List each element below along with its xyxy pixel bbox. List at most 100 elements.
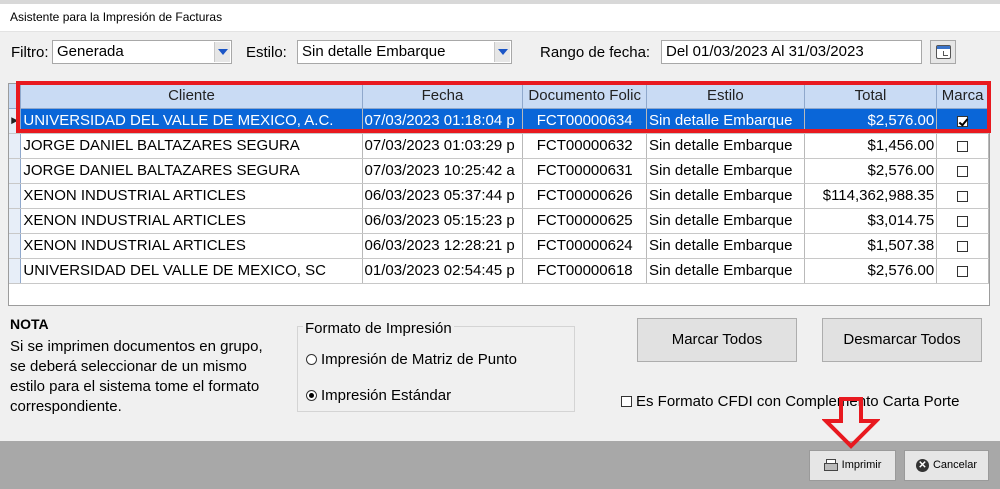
cell-cliente: XENON INDUSTRIAL ARTICLES [20, 233, 363, 259]
date-range-field[interactable]: Del 01/03/2023 Al 31/03/2023 [661, 40, 922, 64]
table-row[interactable]: XENON INDUSTRIAL ARTICLES 06/03/2023 12:2… [9, 233, 989, 259]
cell-fecha: 06/03/2023 05:15:23 p [362, 208, 524, 234]
cfdi-checkbox-indicator[interactable] [621, 396, 632, 407]
table-row[interactable]: JORGE DANIEL BALTAZARES SEGURA 07/03/2023… [9, 158, 989, 184]
col-header-cliente[interactable]: Cliente [20, 84, 363, 109]
cell-marca [936, 108, 989, 134]
radio-matriz-indicator[interactable] [306, 354, 317, 365]
marca-checkbox[interactable] [957, 265, 969, 277]
table-row[interactable]: UNIVERSIDAD DEL VALLE DE MEXICO, SC 01/03… [9, 258, 989, 284]
radio-matriz-punto[interactable]: Impresión de Matriz de Punto [306, 351, 517, 368]
table-row[interactable]: JORGE DANIEL BALTAZARES SEGURA 07/03/2023… [9, 133, 989, 159]
cell-estilo: Sin detalle Embarque [646, 183, 805, 209]
radio-estandar-label: Impresión Estándar [321, 387, 452, 404]
table-row[interactable]: ▶ UNIVERSIDAD DEL VALLE DE MEXICO, A.C. 07… [9, 108, 989, 134]
grid-header-row: Cliente Fecha Documento Folic Estilo Tot… [9, 84, 989, 109]
cell-documento: FCT00000618 [522, 258, 648, 284]
cell-documento: FCT00000626 [522, 183, 648, 209]
marca-checkbox[interactable] [957, 215, 969, 227]
cell-estilo: Sin detalle Embarque [646, 133, 805, 159]
cell-total: $3,014.75 [804, 208, 938, 234]
cell-fecha: 07/03/2023 10:25:42 a [362, 158, 524, 184]
cancelar-label: Cancelar [932, 459, 978, 471]
cell-marca [936, 183, 989, 209]
chevron-down-icon[interactable] [214, 42, 230, 62]
nota-title: NOTA [10, 316, 49, 332]
marcar-todos-button[interactable]: Marcar Todos [637, 318, 797, 362]
marca-checkbox[interactable] [957, 140, 969, 152]
cell-marca [936, 133, 989, 159]
filtro-select[interactable]: Generada [52, 40, 232, 64]
row-indicator[interactable] [9, 158, 22, 184]
cell-estilo: Sin detalle Embarque [646, 208, 805, 234]
cell-total: $2,576.00 [804, 108, 938, 134]
marca-checkbox[interactable] [957, 115, 969, 127]
nota-text: Si se imprimen documentos en grupo, se d… [10, 338, 263, 415]
cell-marca [936, 208, 989, 234]
rango-label: Rango de fecha: [540, 44, 651, 61]
date-range-value: Del 01/03/2023 Al 31/03/2023 [666, 43, 864, 60]
cancelar-button[interactable]: ✕ Cancelar [904, 450, 989, 481]
cell-documento: FCT00000624 [522, 233, 648, 259]
cell-total: $1,456.00 [804, 133, 938, 159]
cell-documento: FCT00000634 [522, 108, 648, 134]
col-header-total[interactable]: Total [804, 84, 938, 109]
imprimir-button[interactable]: Imprimir [809, 450, 896, 481]
marca-checkbox[interactable] [957, 240, 969, 252]
cfdi-carta-porte-checkbox[interactable]: Es Formato CFDI con Complemento Carta Po… [621, 393, 959, 410]
cell-estilo: Sin detalle Embarque [646, 233, 805, 259]
cell-cliente: XENON INDUSTRIAL ARTICLES [20, 183, 363, 209]
marca-checkbox[interactable] [957, 190, 969, 202]
cell-fecha: 01/03/2023 02:54:45 p [362, 258, 524, 284]
radio-estandar-indicator[interactable] [306, 390, 317, 401]
cell-total: $2,576.00 [804, 258, 938, 284]
cell-documento: FCT00000631 [522, 158, 648, 184]
cfdi-checkbox-label: Es Formato CFDI con Complemento Carta Po… [636, 393, 960, 410]
cell-estilo: Sin detalle Embarque [646, 108, 805, 134]
row-indicator[interactable]: ▶ [9, 108, 22, 134]
invoices-table: Cliente Fecha Documento Folic Estilo Tot… [9, 84, 989, 284]
col-header-marca[interactable]: Marca [936, 84, 989, 109]
cell-marca [936, 158, 989, 184]
estilo-value: Sin detalle Embarque [302, 43, 446, 60]
cell-cliente: JORGE DANIEL BALTAZARES SEGURA [20, 133, 363, 159]
calendar-icon [936, 45, 951, 59]
table-row[interactable]: XENON INDUSTRIAL ARTICLES 06/03/2023 05:1… [9, 208, 989, 234]
formato-legend: Formato de Impresión [303, 320, 454, 337]
cell-total: $2,576.00 [804, 158, 938, 184]
cell-marca [936, 233, 989, 259]
cell-marca [936, 258, 989, 284]
row-indicator[interactable] [9, 258, 22, 284]
row-indicator[interactable] [9, 233, 22, 259]
radio-estandar[interactable]: Impresión Estándar [306, 387, 451, 404]
cell-fecha: 07/03/2023 01:18:04 p [362, 108, 524, 134]
imprimir-label: Imprimir [841, 459, 882, 471]
row-indicator[interactable] [9, 133, 22, 159]
col-header-estilo[interactable]: Estilo [646, 84, 805, 109]
cell-estilo: Sin detalle Embarque [646, 158, 805, 184]
cell-cliente: XENON INDUSTRIAL ARTICLES [20, 208, 363, 234]
cell-cliente: UNIVERSIDAD DEL VALLE DE MEXICO, A.C. [20, 108, 363, 134]
calendar-button[interactable] [930, 40, 956, 64]
invoices-grid[interactable]: Cliente Fecha Documento Folic Estilo Tot… [8, 83, 990, 306]
table-row[interactable]: XENON INDUSTRIAL ARTICLES 06/03/2023 05:3… [9, 183, 989, 209]
row-indicator[interactable] [9, 208, 22, 234]
filtro-value: Generada [57, 43, 124, 60]
marca-checkbox[interactable] [957, 165, 969, 177]
col-header-documento[interactable]: Documento Folic [522, 84, 648, 109]
cell-cliente: UNIVERSIDAD DEL VALLE DE MEXICO, SC [20, 258, 363, 284]
cell-cliente: JORGE DANIEL BALTAZARES SEGURA [20, 158, 363, 184]
col-header-fecha[interactable]: Fecha [362, 84, 524, 109]
desmarcar-todos-button[interactable]: Desmarcar Todos [822, 318, 982, 362]
formato-group: Formato de Impresión Impresión de Matriz… [297, 320, 575, 412]
row-indicator[interactable] [9, 183, 22, 209]
estilo-select[interactable]: Sin detalle Embarque [297, 40, 512, 64]
chevron-down-icon[interactable] [494, 42, 510, 62]
down-arrow-annotation-icon [822, 397, 880, 449]
cell-documento: FCT00000632 [522, 133, 648, 159]
titlebar-strip [0, 0, 1000, 4]
cell-estilo: Sin detalle Embarque [646, 258, 805, 284]
printer-icon [823, 459, 838, 472]
row-indicator-header [9, 84, 22, 109]
radio-matriz-label: Impresión de Matriz de Punto [321, 351, 517, 368]
